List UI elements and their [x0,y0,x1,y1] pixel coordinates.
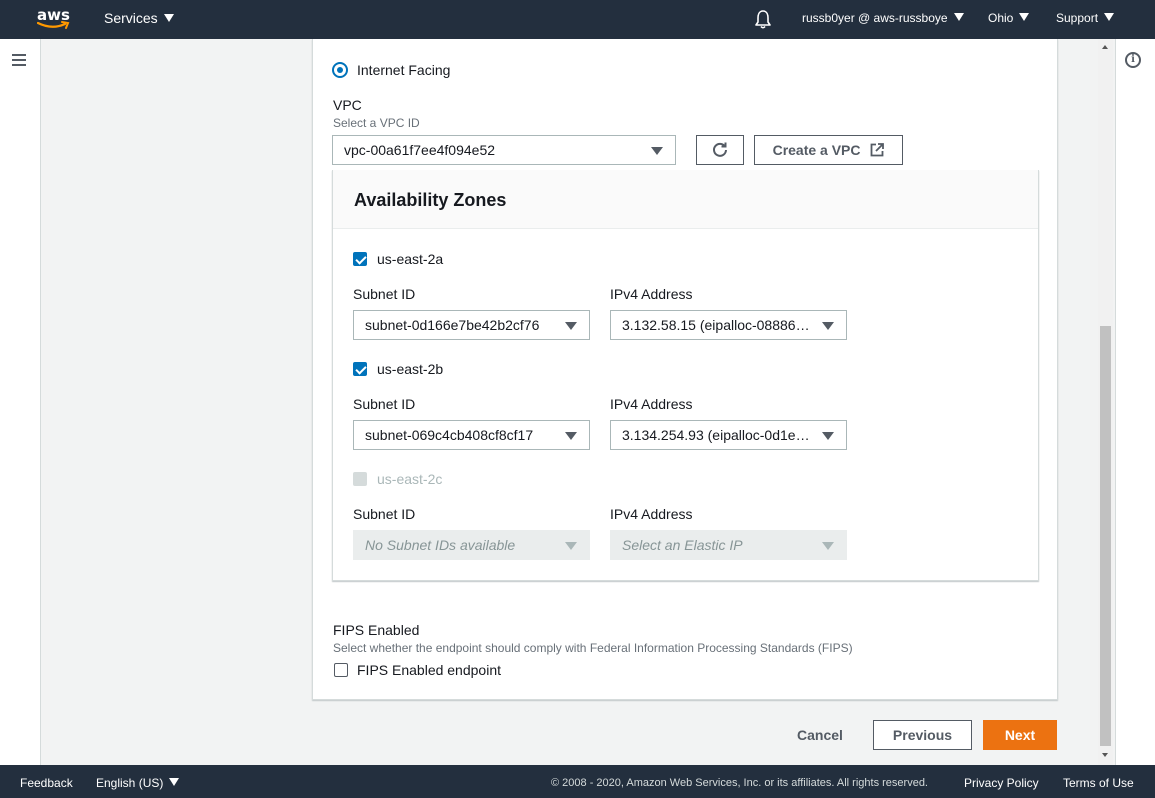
vpc-label: VPC [333,97,362,113]
create-vpc-label: Create a VPC [772,142,861,158]
create-vpc-button[interactable]: Create a VPC [754,135,903,165]
console-footer: Feedback English (US) © 2008 - 2020, Ama… [0,765,1155,798]
chevron-down-icon [822,542,834,550]
vpc-description: Select a VPC ID [333,116,420,130]
ipv4-select-value: 3.134.254.93 (eipalloc-0d1e… [622,427,810,443]
fips-enabled-checkbox[interactable] [334,663,348,677]
terms-of-use-link[interactable]: Terms of Use [1063,776,1134,790]
zone-checkbox-us-east-2b[interactable] [353,362,367,376]
chevron-down-icon [163,14,174,22]
subnet-select-value: subnet-0d166e7be42b2cf76 [365,317,540,333]
configuration-panel: Internet Facing VPC Select a VPC ID vpc-… [312,39,1058,700]
subnet-id-label: Subnet ID [353,506,416,522]
left-navigation-rail [0,39,41,765]
region-label: Ohio [988,11,1014,25]
services-label: Services [104,10,158,26]
info-icon[interactable]: i [1125,52,1141,68]
fips-checkbox-label: FIPS Enabled endpoint [357,662,501,678]
previous-button[interactable]: Previous [873,720,972,750]
bell-icon[interactable] [754,9,772,29]
language-label: English (US) [96,776,164,790]
subnet-select-us-east-2b[interactable]: subnet-069c4cb408cf8cf17 [353,420,590,450]
language-selector[interactable]: English (US) [96,776,180,790]
chevron-down-icon [953,13,964,21]
chevron-down-icon [1104,13,1115,21]
ipv4-select-placeholder: Select an Elastic IP [622,537,743,553]
fips-description: Select whether the endpoint should compl… [333,641,853,655]
support-menu[interactable]: Support [1056,11,1115,25]
chevron-down-icon [565,542,577,550]
chevron-down-icon [169,778,180,786]
copyright-text: © 2008 - 2020, Amazon Web Services, Inc.… [551,777,928,789]
scroll-up-arrow-icon[interactable] [1102,45,1108,49]
chevron-down-icon [822,432,834,440]
zone-checkbox-us-east-2a[interactable] [353,252,367,266]
account-menu[interactable]: russb0yer @ aws-russboye [802,11,964,25]
feedback-label: Feedback [20,776,73,790]
right-info-rail: i [1115,39,1155,765]
chevron-down-icon [651,147,663,155]
zone-label: us-east-2a [377,251,444,267]
ipv4-address-label: IPv4 Address [610,286,693,302]
vpc-select-value: vpc-00a61f7ee4f094e52 [344,142,496,158]
zone-label: us-east-2b [377,361,444,377]
zone-label: us-east-2c [377,471,443,487]
fips-label: FIPS Enabled [333,622,420,638]
chevron-down-icon [565,322,577,330]
privacy-policy-link[interactable]: Privacy Policy [964,776,1039,790]
top-navigation: aws Services russb0yer @ aws-russboye Oh… [0,0,1155,39]
availability-zones-title: Availability Zones [354,190,507,210]
cancel-button[interactable]: Cancel [797,727,843,743]
scroll-down-arrow-icon[interactable] [1102,753,1108,757]
chevron-down-icon [1019,13,1030,21]
ipv4-select-us-east-2b[interactable]: 3.134.254.93 (eipalloc-0d1e… [610,420,847,450]
refresh-icon [713,142,727,157]
internet-facing-radio[interactable] [332,62,348,78]
account-label: russb0yer @ aws-russboye [802,11,948,25]
subnet-id-label: Subnet ID [353,396,416,412]
scrollbar-thumb[interactable] [1100,326,1111,746]
chevron-down-icon [565,432,577,440]
zone-checkbox-us-east-2c [353,472,367,486]
ipv4-select-value: 3.132.58.15 (eipalloc-08886… [622,317,810,333]
services-menu[interactable]: Services [104,10,174,26]
feedback-link[interactable]: Feedback [20,776,73,790]
availability-zones-container: Availability Zones us-east-2a Subnet ID … [332,170,1039,581]
support-label: Support [1056,11,1099,25]
subnet-select-placeholder: No Subnet IDs available [365,537,516,553]
ipv4-address-label: IPv4 Address [610,506,693,522]
subnet-select-us-east-2c: No Subnet IDs available [353,530,590,560]
refresh-vpc-button[interactable] [696,135,744,165]
page-scrollbar[interactable] [1098,39,1113,765]
ipv4-select-us-east-2a[interactable]: 3.132.58.15 (eipalloc-08886… [610,310,847,340]
internet-facing-label: Internet Facing [357,62,451,78]
ipv4-select-us-east-2c: Select an Elastic IP [610,530,847,560]
subnet-select-us-east-2a[interactable]: subnet-0d166e7be42b2cf76 [353,310,590,340]
availability-zones-header: Availability Zones [333,170,1038,229]
ipv4-address-label: IPv4 Address [610,396,693,412]
hamburger-menu-icon[interactable] [12,54,26,66]
chevron-down-icon [822,322,834,330]
external-link-icon [871,143,885,157]
vpc-select[interactable]: vpc-00a61f7ee4f094e52 [332,135,676,165]
aws-logo[interactable]: aws [36,4,72,32]
region-menu[interactable]: Ohio [988,11,1030,25]
smile-icon [37,21,70,29]
next-button[interactable]: Next [983,720,1057,750]
subnet-id-label: Subnet ID [353,286,416,302]
subnet-select-value: subnet-069c4cb408cf8cf17 [365,427,534,443]
